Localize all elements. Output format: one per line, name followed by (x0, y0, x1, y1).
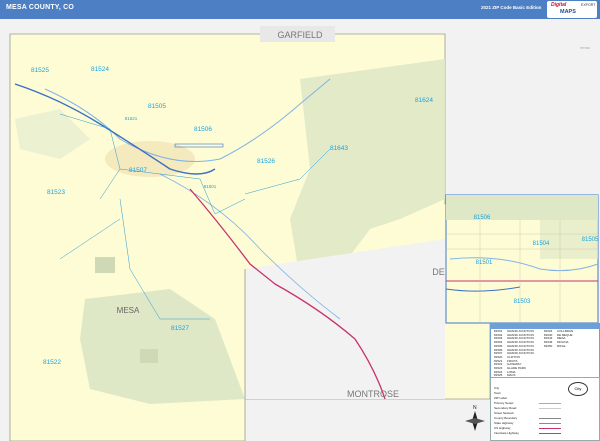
key-swatch (539, 418, 561, 419)
zip-label: 81525 (31, 67, 49, 74)
inset-zip-label: 81503 (514, 299, 531, 305)
map-header: MESA COUNTY, CO 2021 ZIP Code Basic Edit… (0, 0, 600, 19)
key-item: State Highway (494, 421, 514, 425)
zip-label: 81521 (125, 116, 138, 121)
north-arrow-label: N (473, 405, 477, 411)
inset-map: 81506 81504 81501 81503 81505 (445, 194, 599, 324)
inset-zip-label: 81501 (476, 260, 493, 266)
logo-main-text: MAPS (560, 9, 576, 15)
inset-zip-label: 81504 (533, 241, 550, 247)
key-item: Street Network (494, 411, 514, 415)
neighbor-label-montrose: MONTROSE (347, 389, 399, 399)
map-edition: 2021 ZIP Code Basic Edition (481, 5, 542, 10)
zip-label: 81624 (415, 97, 433, 104)
key-swatch (539, 433, 561, 434)
key-item: Primary Sewer (494, 401, 514, 405)
key-item: ZIP Label (494, 396, 507, 400)
neighbor-label-garfield: GARFIELD (277, 30, 323, 40)
place-label-mesa: MESA (117, 306, 140, 315)
neighbor-label-pitkin: PITKIN (580, 46, 590, 50)
zip-label: 81506 (194, 126, 212, 133)
zip-label: 81501 (204, 184, 217, 189)
logo-side-text: EXPORT (581, 3, 596, 7)
zip-label: 81527 (171, 325, 189, 332)
map-key: City City Town ZIP Label Primary Sewer S… (490, 377, 600, 441)
legend-column: COLLBRAN DE BEQUE MESA MOLINA RIFLE (557, 329, 574, 348)
legend-column: 81624 81630 81643 81646 81650 (544, 329, 553, 348)
zip-label: 81526 (257, 158, 275, 165)
logo-top-text: Digital (551, 2, 567, 8)
key-swatch (539, 403, 561, 404)
zip-index-legend: 81501 81502 81503 81504 81505 81506 8150… (490, 323, 600, 385)
key-swatch (539, 428, 561, 429)
zip-label: 81523 (47, 189, 65, 196)
map-title: MESA COUNTY, CO (6, 4, 75, 11)
zip-label: 81524 (91, 66, 109, 73)
zip-label: 81507 (129, 167, 147, 174)
inset-zip-label: 81505 (582, 237, 599, 243)
zip-label: 81522 (43, 359, 61, 366)
publisher-logo: Digital MAPS EXPORT (547, 1, 597, 18)
zip-label: 81643 (330, 145, 348, 152)
key-swatch (539, 423, 561, 424)
key-item: City (494, 386, 500, 390)
zip-label: 81505 (148, 103, 166, 110)
key-item: US Highway (494, 426, 511, 430)
key-item: Secondary Road (494, 406, 517, 410)
city-badge: City (568, 382, 588, 396)
key-swatch (539, 408, 561, 409)
key-item: County Boundary (494, 416, 518, 420)
key-item: Town (494, 391, 502, 395)
key-item: Interstate Highway (494, 431, 519, 435)
inset-zip-label: 81506 (474, 215, 491, 221)
